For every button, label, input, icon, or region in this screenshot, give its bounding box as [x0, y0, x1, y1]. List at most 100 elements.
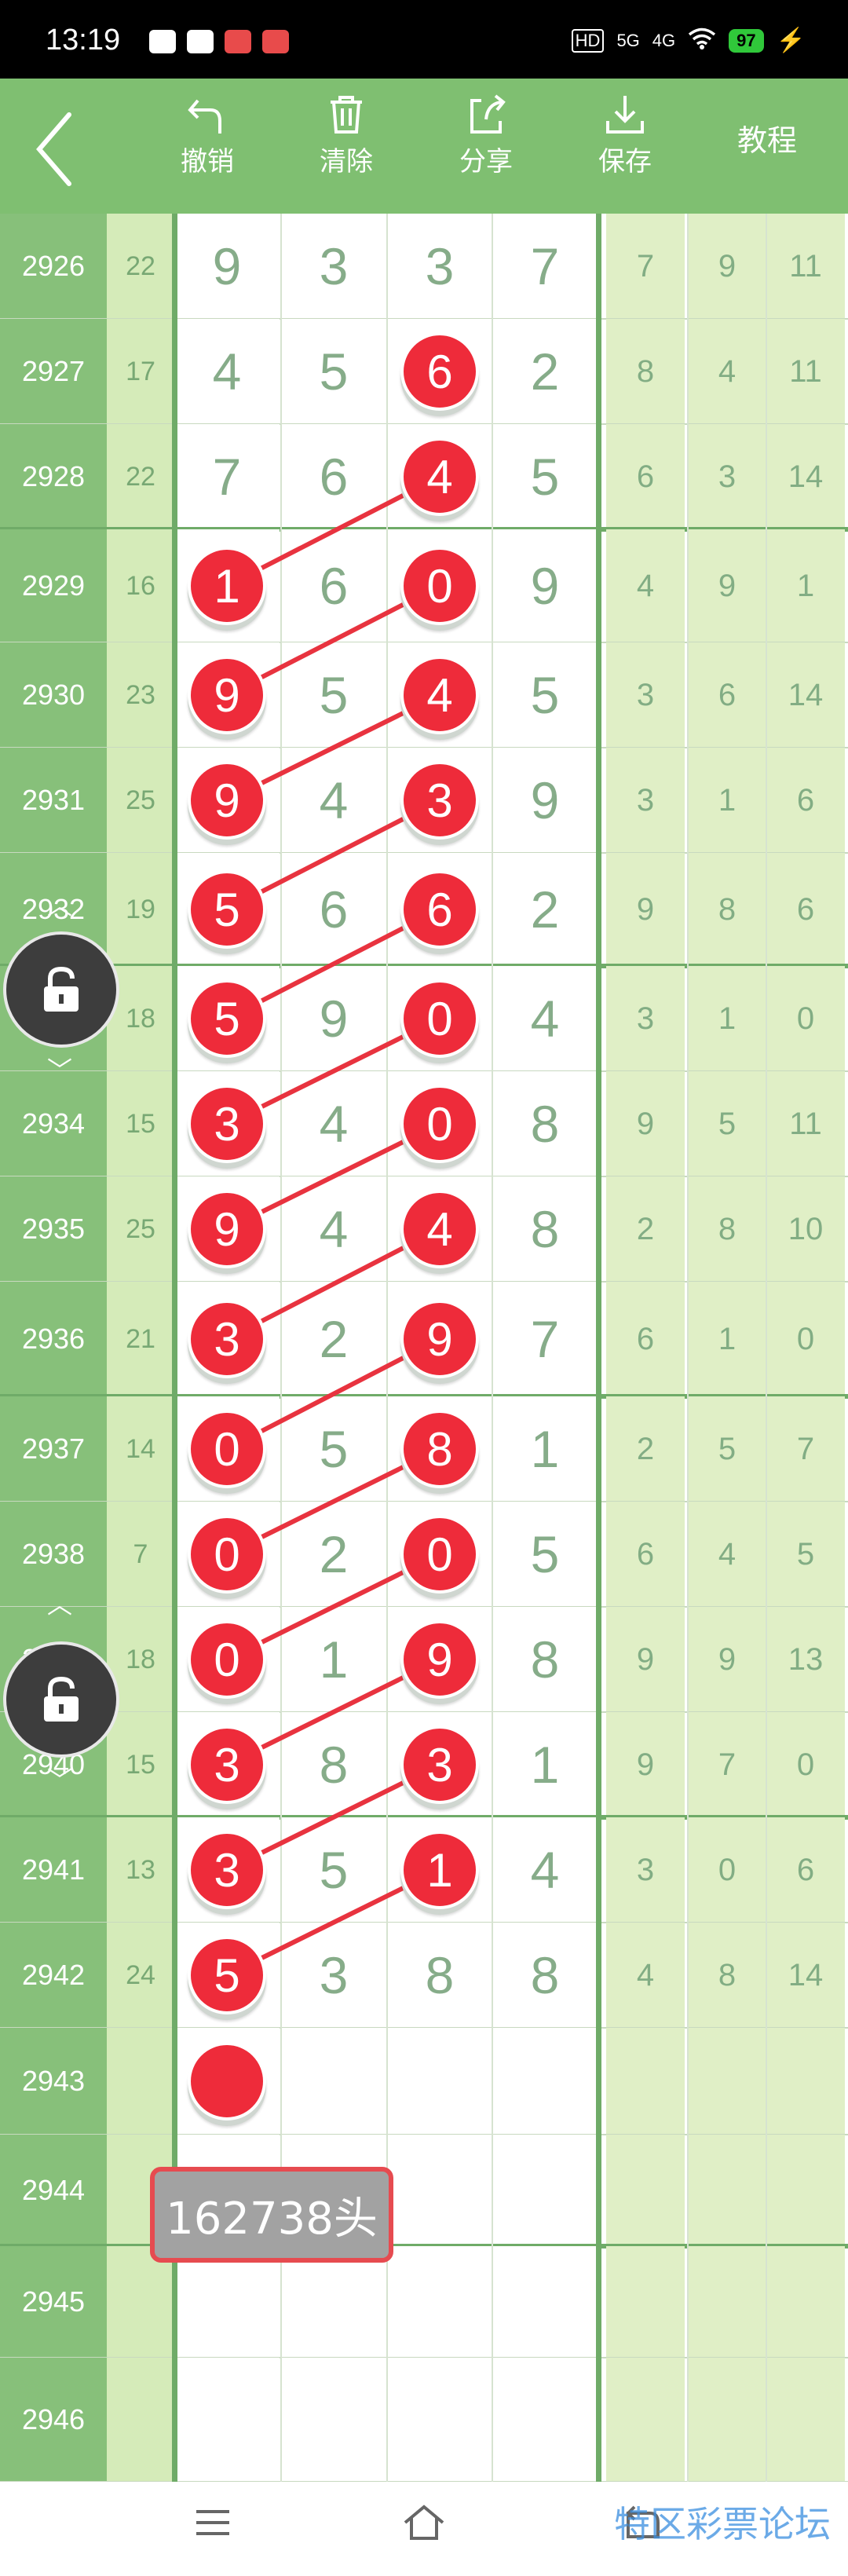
marked-ball[interactable]: 0	[400, 547, 479, 625]
marked-ball[interactable]: 0	[188, 1620, 266, 1699]
marked-ball[interactable]: 3	[400, 761, 479, 840]
digit-cell[interactable]	[387, 2135, 492, 2246]
marked-ball[interactable]: 3	[400, 1725, 479, 1804]
digit-cell[interactable]: 2	[492, 853, 598, 966]
marked-ball[interactable]: 9	[400, 1620, 479, 1699]
marked-ball[interactable]: 6	[400, 332, 479, 411]
digit-cell[interactable]	[387, 2028, 492, 2135]
marked-ball[interactable]: 0	[188, 1515, 266, 1594]
digit-cell[interactable]	[174, 2358, 280, 2482]
digit-cell[interactable]	[281, 2028, 386, 2135]
marked-ball[interactable]: 8	[400, 1410, 479, 1488]
digit-cell[interactable]: 1	[492, 1396, 598, 1502]
back-button[interactable]	[31, 110, 94, 188]
marked-ball[interactable]: 9	[188, 761, 266, 840]
digit-cell[interactable]	[492, 2135, 598, 2246]
note-label[interactable]: 162738头	[150, 2167, 393, 2263]
digit-cell[interactable]: 9	[281, 966, 386, 1071]
marked-ball[interactable]: 3	[188, 1831, 266, 1909]
home-icon[interactable]	[400, 2502, 448, 2545]
digit-cell[interactable]: 5	[492, 424, 598, 529]
digit-cell[interactable]: 4	[174, 319, 280, 424]
digit-cell[interactable]: 5	[281, 642, 386, 748]
digit-cell[interactable]: 6	[281, 424, 386, 529]
marked-ball[interactable]: 0	[400, 979, 479, 1058]
digit-cell[interactable]	[492, 2028, 598, 2135]
marked-ball[interactable]: 4	[400, 656, 479, 734]
marked-ball[interactable]: 6	[400, 870, 479, 949]
digit-cell[interactable]	[174, 2246, 280, 2358]
digit-cell[interactable]	[281, 2246, 386, 2358]
share-button[interactable]: 分享	[439, 91, 533, 178]
digit-cell[interactable]	[281, 2358, 386, 2482]
marked-ball[interactable]: 5	[188, 870, 266, 949]
marked-ball[interactable]: 3	[188, 1725, 266, 1804]
marked-ball[interactable]: 1	[400, 1831, 479, 1909]
digit-cell[interactable]: 2	[492, 319, 598, 424]
sum-value: 25	[107, 748, 174, 853]
digit-cell[interactable]: 4	[492, 1817, 598, 1923]
clear-button[interactable]: 清除	[299, 91, 393, 178]
digit-cell[interactable]: 5	[281, 1817, 386, 1923]
marked-ball[interactable]: 9	[400, 1300, 479, 1378]
marked-ball[interactable]: 3	[188, 1085, 266, 1163]
marked-ball[interactable]: 9	[188, 656, 266, 734]
lock-button[interactable]	[3, 1641, 119, 1758]
digit-cell[interactable]: 5	[281, 319, 386, 424]
digit-cell[interactable]: 8	[492, 1607, 598, 1712]
marked-ball[interactable]	[188, 2042, 266, 2120]
marked-ball[interactable]: 1	[188, 547, 266, 625]
digit-cell[interactable]: 8	[492, 1176, 598, 1282]
digit-cell[interactable]: 8	[281, 1712, 386, 1817]
digit-cell[interactable]	[387, 2246, 492, 2358]
marked-ball[interactable]: 5	[188, 1936, 266, 2014]
digit-cell[interactable]: 1	[281, 1607, 386, 1712]
digit-cell[interactable]: 4	[281, 1176, 386, 1282]
digit-cell[interactable]	[387, 2358, 492, 2482]
lock-button[interactable]	[3, 931, 119, 1048]
signal-4g: 4G	[652, 30, 676, 50]
digit-cell[interactable]: 4	[492, 966, 598, 1071]
digit-cell[interactable]: 8	[387, 1923, 492, 2028]
marked-ball[interactable]: 0	[400, 1085, 479, 1163]
digit-cell[interactable]: 2	[281, 1502, 386, 1607]
digit-cell[interactable]: 2	[281, 1282, 386, 1396]
digit-cell[interactable]: 4	[281, 1071, 386, 1176]
digit-cell[interactable]: 8	[492, 1923, 598, 2028]
save-button[interactable]: 保存	[578, 91, 672, 178]
marked-ball[interactable]: 5	[188, 979, 266, 1058]
digit-cell[interactable]: 1	[492, 1712, 598, 1817]
chevron-up-icon[interactable]: ︿	[44, 886, 75, 922]
digit-cell[interactable]: 7	[174, 424, 280, 529]
digit-cell[interactable]: 3	[387, 214, 492, 319]
menu-icon[interactable]	[193, 2507, 232, 2541]
digit-cell[interactable]: 8	[492, 1071, 598, 1176]
digit-cell[interactable]: 3	[281, 214, 386, 319]
digit-cell[interactable]: 6	[281, 853, 386, 966]
digit-cell[interactable]: 6	[281, 529, 386, 642]
marked-ball[interactable]: 4	[400, 437, 479, 516]
marked-ball[interactable]: 0	[400, 1515, 479, 1594]
digit-cell[interactable]: 4	[281, 748, 386, 853]
digit-cell[interactable]: 7	[492, 1282, 598, 1396]
digit-cell[interactable]: 5	[492, 1502, 598, 1607]
digit-cell[interactable]: 5	[281, 1396, 386, 1502]
marked-ball[interactable]: 3	[188, 1300, 266, 1378]
digit-cell[interactable]: 9	[492, 529, 598, 642]
digit-cell[interactable]	[492, 2246, 598, 2358]
digit-cell[interactable]: 9	[174, 214, 280, 319]
chevron-down-icon[interactable]: ﹀	[44, 1761, 75, 1797]
chevron-down-icon[interactable]: ﹀	[44, 1051, 75, 1087]
undo-button[interactable]: 撤销	[160, 91, 254, 178]
digit-cell[interactable]: 7	[492, 214, 598, 319]
chevron-up-icon[interactable]: ︿	[44, 1585, 75, 1621]
marked-ball[interactable]: 9	[188, 1190, 266, 1268]
digit-cell[interactable]: 3	[281, 1923, 386, 2028]
digit-cell[interactable]	[492, 2358, 598, 2482]
digit-cell[interactable]: 5	[492, 642, 598, 748]
tutorial-button[interactable]: 教程	[716, 116, 818, 159]
digit-cell[interactable]: 9	[492, 748, 598, 853]
column-divider	[280, 214, 282, 2482]
marked-ball[interactable]: 0	[188, 1410, 266, 1488]
marked-ball[interactable]: 4	[400, 1190, 479, 1268]
